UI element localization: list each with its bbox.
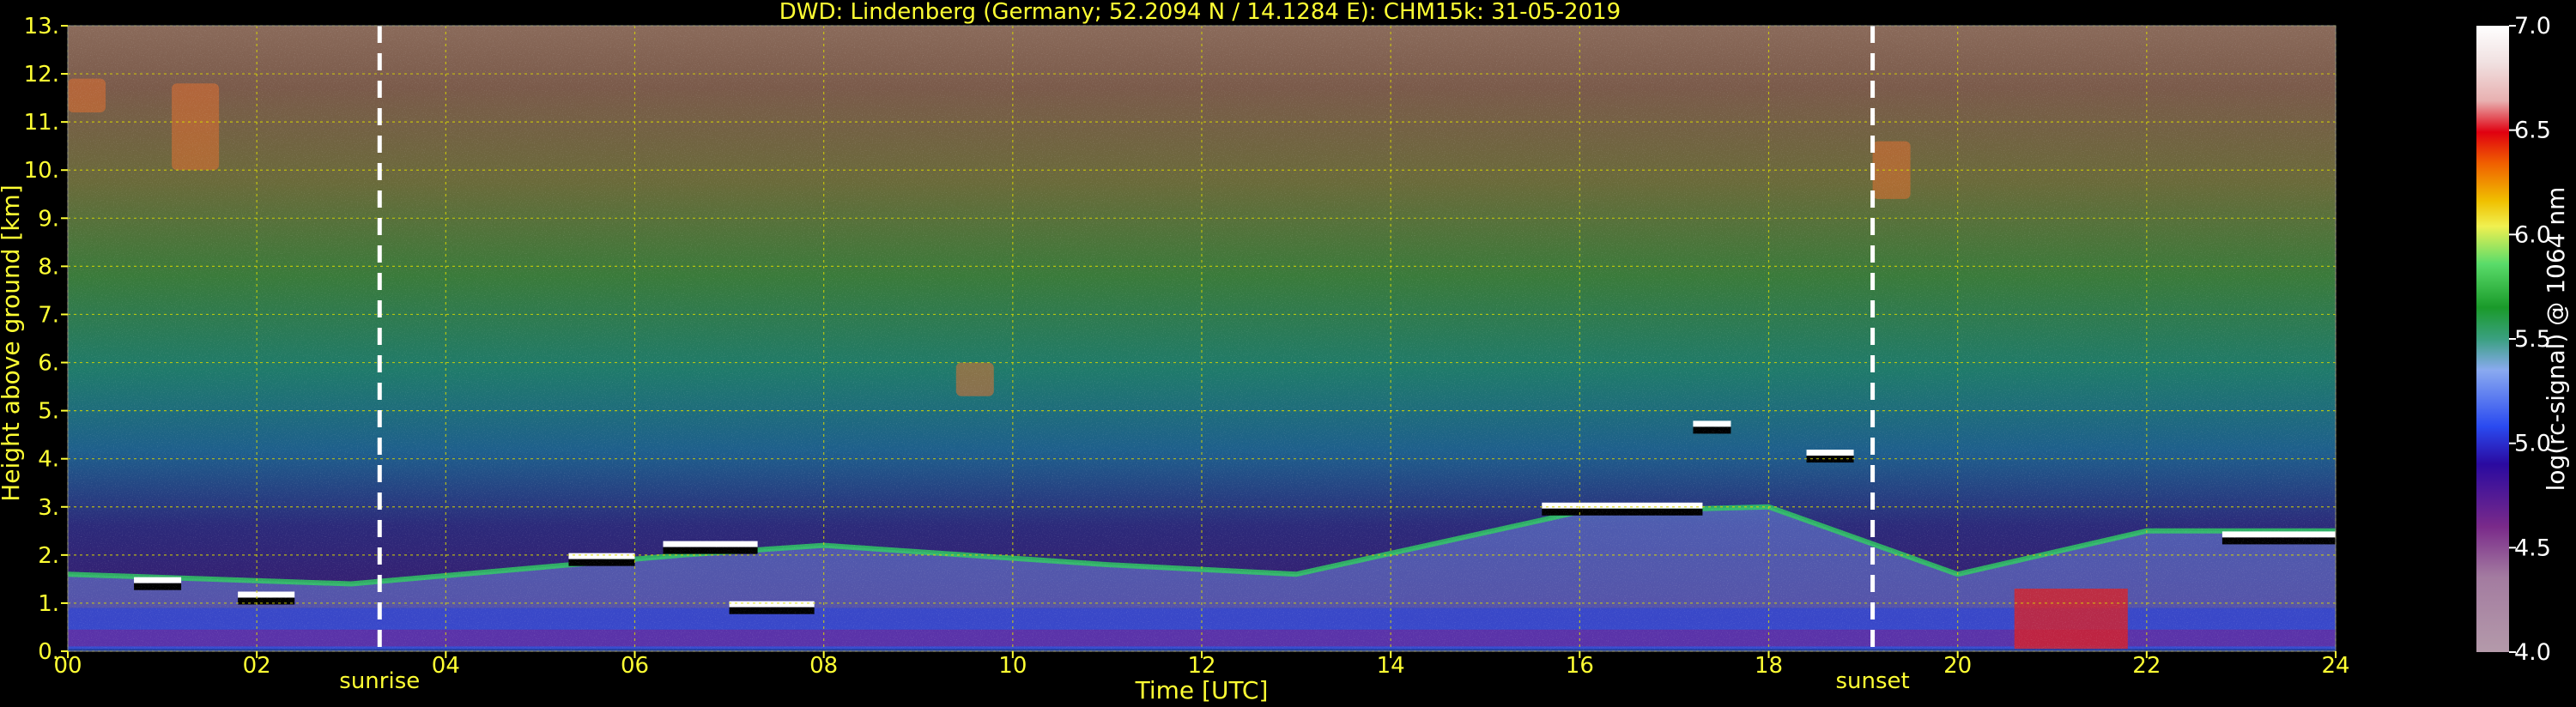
x-tick-label: 22 <box>2132 653 2161 679</box>
x-tick-label: 20 <box>1943 653 1972 679</box>
y-tick-label: 12. <box>24 62 59 88</box>
y-tick-label: 9. <box>38 206 59 232</box>
x-tick-label: 06 <box>621 653 649 679</box>
y-tick-label: 13. <box>24 14 59 39</box>
x-tick-label: 12 <box>1187 653 1215 679</box>
colorbar-gradient <box>2476 26 2509 652</box>
chart-title: DWD: Lindenberg (Germany; 52.2094 N / 14… <box>779 0 1621 25</box>
colorbar-tick-label: 4.0 <box>2514 639 2551 666</box>
x-tick-label: 02 <box>243 653 271 679</box>
y-axis-label: Height above ground [km] <box>0 184 25 502</box>
colorbar-tick-label: 7.0 <box>2514 13 2551 39</box>
y-tick-label: 10. <box>24 158 59 184</box>
colorbar-tick-label: 4.5 <box>2514 535 2551 561</box>
x-tick-label: 08 <box>809 653 838 679</box>
x-tick-label: 10 <box>998 653 1027 679</box>
ceilometer-chart: sunrise sunset 00 02 04 06 08 10 12 14 16 18 20 22 24… <box>0 0 2570 704</box>
y-tick-label: 5. <box>38 399 59 425</box>
y-tick-label: 1. <box>38 591 59 617</box>
y-tick-label: 8. <box>38 254 59 280</box>
y-tick-label: 4. <box>38 447 59 473</box>
y-tick-label: 0. <box>38 639 59 665</box>
y-tick-label: 3. <box>38 495 59 521</box>
sunset-label: sunset <box>1835 668 1909 694</box>
x-tick-label: 24 <box>2321 653 2349 679</box>
y-tick-label: 11. <box>24 110 59 136</box>
sunrise-label: sunrise <box>339 668 420 694</box>
colorbar-tick-label: 6.5 <box>2514 118 2551 144</box>
x-tick-label: 04 <box>432 653 460 679</box>
x-tick-label: 18 <box>1755 653 1783 679</box>
x-tick-label: 16 <box>1566 653 1594 679</box>
colorbar: 4.04.55.05.56.06.57.0 log(rc-signal) @ 1… <box>2476 13 2570 666</box>
y-tick-label: 7. <box>38 302 59 328</box>
y-tick-label: 6. <box>38 351 59 377</box>
x-tick-label: 14 <box>1377 653 1405 679</box>
x-axis-label: Time [UTC] <box>1135 676 1269 704</box>
y-tick-label: 2. <box>38 543 59 569</box>
colorbar-label: log(rc-signal) @ 1064 nm <box>2542 187 2570 492</box>
